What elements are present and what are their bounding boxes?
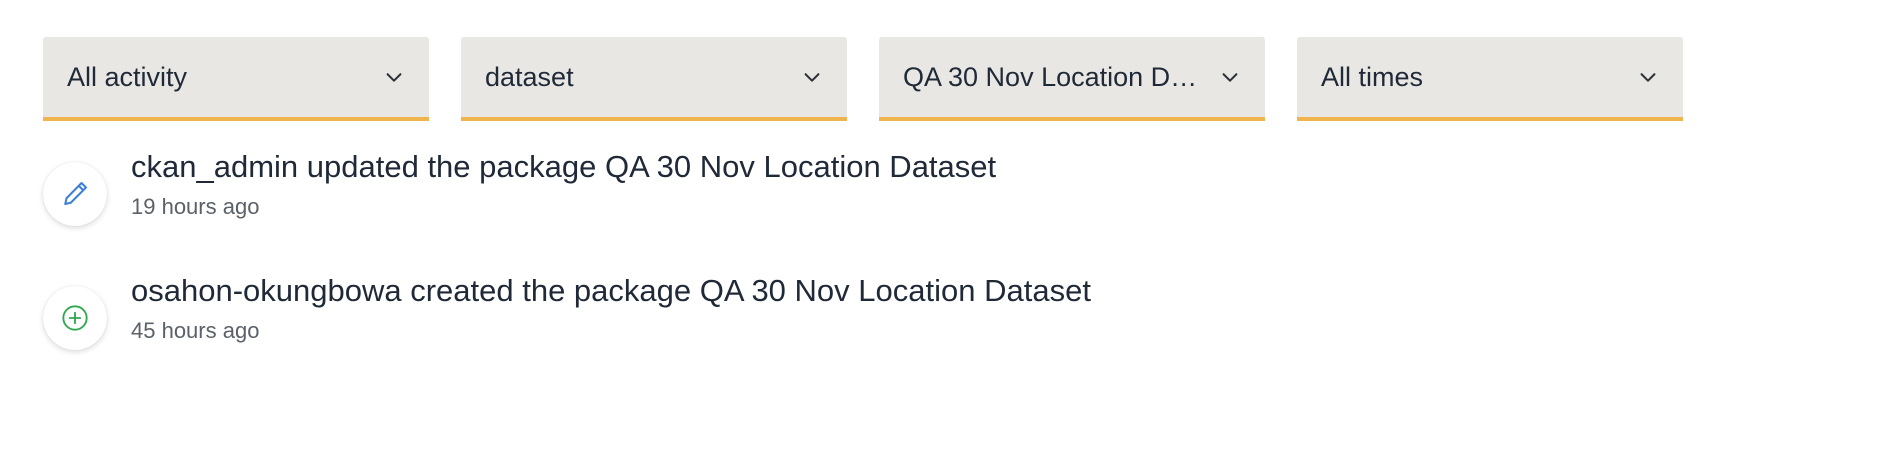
activity-content: ckan_admin updated the package QA 30 Nov… <box>131 150 996 220</box>
object-type-filter-select[interactable]: dataset <box>461 37 847 121</box>
object-type-filter-label: dataset <box>485 61 574 92</box>
activity-timestamp: 45 hours ago <box>131 318 260 343</box>
plus-circle-icon <box>62 305 88 331</box>
activity-description: osahon-okungbowa created the package QA … <box>131 273 1091 308</box>
object-filter-select[interactable]: QA 30 Nov Location Da... <box>879 37 1265 121</box>
activity-type-filter-label: All activity <box>67 61 188 92</box>
chevron-down-icon <box>386 73 402 82</box>
pencil-icon <box>64 182 87 205</box>
object-filter-label: QA 30 Nov Location Da... <box>903 61 1207 92</box>
chevron-down-icon <box>804 73 820 82</box>
chevron-down-icon <box>1222 73 1238 82</box>
activity-timestamp: 19 hours ago <box>131 194 260 219</box>
activity-type-badge <box>43 162 107 226</box>
chevron-down-icon <box>1640 73 1656 82</box>
activity-type-badge <box>43 286 107 350</box>
activity-content: osahon-okungbowa created the package QA … <box>131 274 1091 344</box>
time-filter-label: All times <box>1321 61 1424 92</box>
activity-type-filter-select[interactable]: All activity <box>43 37 429 121</box>
activity-item: ckan_admin updated the package QA 30 Nov… <box>43 150 996 226</box>
activity-description: ckan_admin updated the package QA 30 Nov… <box>131 149 997 184</box>
activity-filters: All activity dataset QA 30 Nov Location … <box>43 37 1683 121</box>
time-filter-select[interactable]: All times <box>1297 37 1683 121</box>
activity-item: osahon-okungbowa created the package QA … <box>43 274 1091 350</box>
